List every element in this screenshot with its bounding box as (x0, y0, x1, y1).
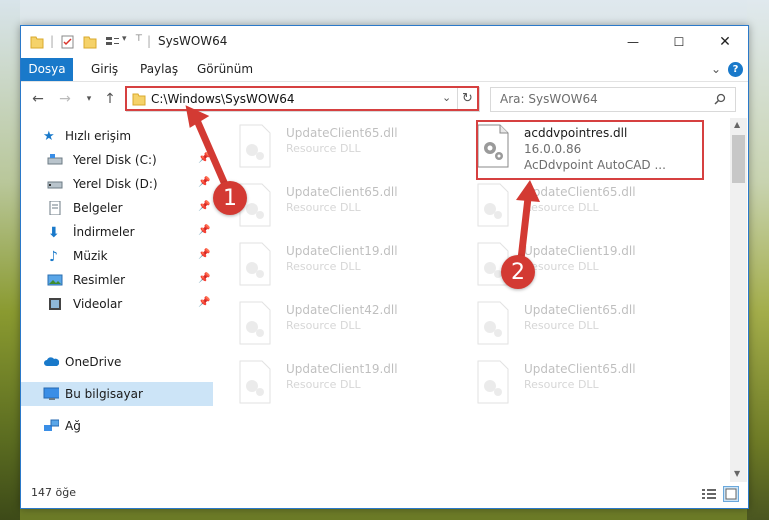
callout-1: 1 (213, 181, 247, 215)
annotation-arrows (185, 105, 540, 272)
callout-2: 2 (501, 255, 535, 289)
